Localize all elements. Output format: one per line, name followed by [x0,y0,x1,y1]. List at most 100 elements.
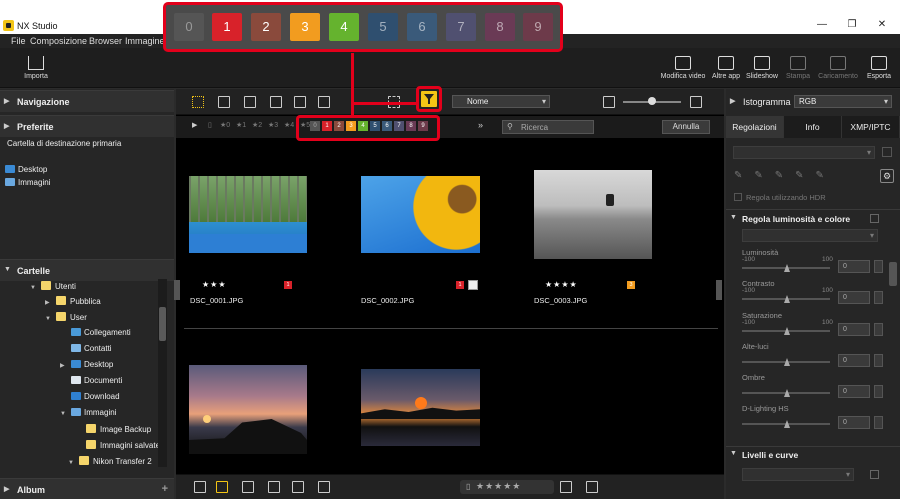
sort-dropdown[interactable]: Nome [452,95,550,108]
slider-spin-icon[interactable] [874,354,883,367]
add-album-icon[interactable]: + [162,483,168,495]
menu-composizione[interactable]: Composizione [30,36,87,46]
thumbnail-image[interactable] [189,176,307,253]
gear-icon[interactable]: ⚙ [880,169,894,183]
slider-value-input[interactable]: 0 [838,385,870,398]
slider-value-input[interactable]: 0 [838,260,870,273]
tree-item-saved-pictures[interactable]: Immagini salvate [75,440,160,454]
thumb-small-icon[interactable] [603,96,615,108]
thumb-large-icon[interactable] [690,96,702,108]
rating-filter-0[interactable]: ★0 [220,121,230,129]
navigation-section[interactable]: ▶ Navigazione [0,90,174,112]
filter-expand-icon[interactable]: ▶ [192,121,197,129]
import-button[interactable]: Importa [18,56,54,80]
rating-stars[interactable]: ★★★ [202,280,227,289]
rating-filter-1[interactable]: ★1 [236,121,246,129]
tree-item-utenti[interactable]: ▼ Utenti [30,281,76,295]
filter-button[interactable] [416,86,442,112]
export-button[interactable]: Esporta [862,56,896,80]
label-icon[interactable] [560,481,572,493]
tree-item-pubblica[interactable]: ▶ Pubblica [45,296,101,310]
more-filters-icon[interactable]: » [478,120,483,130]
protect-icon[interactable] [586,481,598,493]
other-apps-button[interactable]: Altre app [710,56,742,80]
tab-regolazioni[interactable]: Regolazioni [726,116,784,138]
tree-item-download[interactable]: Download [60,392,120,406]
menu-immagine[interactable]: Immagine [125,36,165,46]
tree-item-user[interactable]: ▼ User [45,312,87,326]
trash-filter-icon[interactable]: ▯ [208,121,212,129]
close-icon[interactable]: ✕ [872,18,892,32]
rating-control[interactable]: ▯ ★★★★★ [460,480,554,494]
search-input[interactable]: ⚲ Ricerca [502,120,594,134]
thumb-size-knob[interactable] [648,97,656,105]
preset-dropdown[interactable] [733,146,875,159]
compare-view-icon[interactable] [294,96,306,108]
grid-view-icon[interactable] [192,96,204,108]
album-section[interactable]: ▶ Album + [0,478,174,499]
slider-value-input[interactable]: 0 [838,291,870,304]
tree-item-collegamenti[interactable]: Collegamenti [60,328,131,342]
retouch-tools-icon[interactable]: ✎✎✎✎✎ [734,170,834,184]
right-scroll-thumb[interactable] [889,262,897,286]
thumbnail-image[interactable] [361,369,480,446]
edit-video-button[interactable]: Modifica video [660,56,706,80]
rating-filter-3[interactable]: ★3 [268,121,278,129]
picture-control-dropdown[interactable] [742,229,878,242]
filmstrip-view-icon[interactable] [270,96,282,108]
print-button[interactable]: Stampa [782,56,814,80]
thumbnail-image[interactable] [361,176,480,253]
thumbnail-image[interactable] [189,365,307,454]
preset-checkbox[interactable] [882,147,892,157]
menu-browser[interactable]: Browser [89,36,122,46]
upload-button[interactable]: Caricamento [816,56,860,80]
slider-spin-icon[interactable] [874,385,883,398]
hdr-checkbox[interactable] [734,193,742,201]
tree-item-image-backup[interactable]: Image Backup [75,424,151,438]
compare-two-view-icon[interactable] [318,96,330,108]
fav-primary-folder[interactable]: Cartella di destinazione primaria [7,139,121,148]
single-view-icon[interactable] [244,96,256,108]
tree-item-immagini[interactable]: ▼ Immagini [60,408,116,422]
histogram-channel-dropdown[interactable]: RGB [794,95,892,108]
thumbnail-image[interactable] [534,170,652,259]
split-icon[interactable] [292,481,304,493]
compare-icon[interactable] [268,481,280,493]
tree-item-documenti[interactable]: Documenti [60,376,122,390]
tab-xmp-iptc[interactable]: XMP/IPTC [842,116,900,138]
section-checkbox[interactable] [870,214,879,223]
rating-stars[interactable]: ★★★★ [545,280,578,289]
bottom-rating-stars[interactable]: ★★★★★ [476,481,521,492]
tab-info[interactable]: Info [784,116,842,138]
slider-spin-icon[interactable] [874,260,883,273]
trash-icon[interactable]: ▯ [466,482,470,491]
tree-scroll-thumb[interactable] [159,307,166,341]
slideshow-button[interactable]: Slideshow [744,56,780,80]
slider-value-input[interactable]: 0 [838,416,870,429]
collapse-icon[interactable]: ▼ [730,214,737,221]
rating-filter-2[interactable]: ★2 [252,121,262,129]
slider-value-input[interactable]: 0 [838,354,870,367]
left-panel-toggle-icon[interactable] [174,280,180,300]
levels-channel-dropdown[interactable] [742,468,854,481]
right-panel-toggle-icon[interactable] [716,280,722,300]
slider-spin-icon[interactable] [874,291,883,304]
place-pictures[interactable]: Immagini [5,178,50,187]
tree-item-contatti[interactable]: Contatti [60,344,112,358]
select-icon[interactable] [216,481,228,493]
collapse-icon[interactable]: ▼ [730,450,737,457]
slider-value-input[interactable]: 0 [838,323,870,336]
list-view-icon[interactable] [218,96,230,108]
minimize-icon[interactable]: — [812,18,832,32]
slider-spin-icon[interactable] [874,416,883,429]
rating-filter-4[interactable]: ★4 [284,121,294,129]
favorites-section[interactable]: ▶ Preferite [0,115,174,137]
levels-checkbox[interactable] [870,470,879,479]
tree-item-desktop[interactable]: ▶ Desktop [60,360,113,374]
menu-file[interactable]: File [11,36,26,46]
histogram-toggle-icon[interactable] [318,481,330,493]
slider-spin-icon[interactable] [874,323,883,336]
restore-icon[interactable]: ❐ [842,18,862,32]
place-desktop[interactable]: Desktop [5,165,47,174]
cancel-button[interactable]: Annulla [662,120,710,134]
